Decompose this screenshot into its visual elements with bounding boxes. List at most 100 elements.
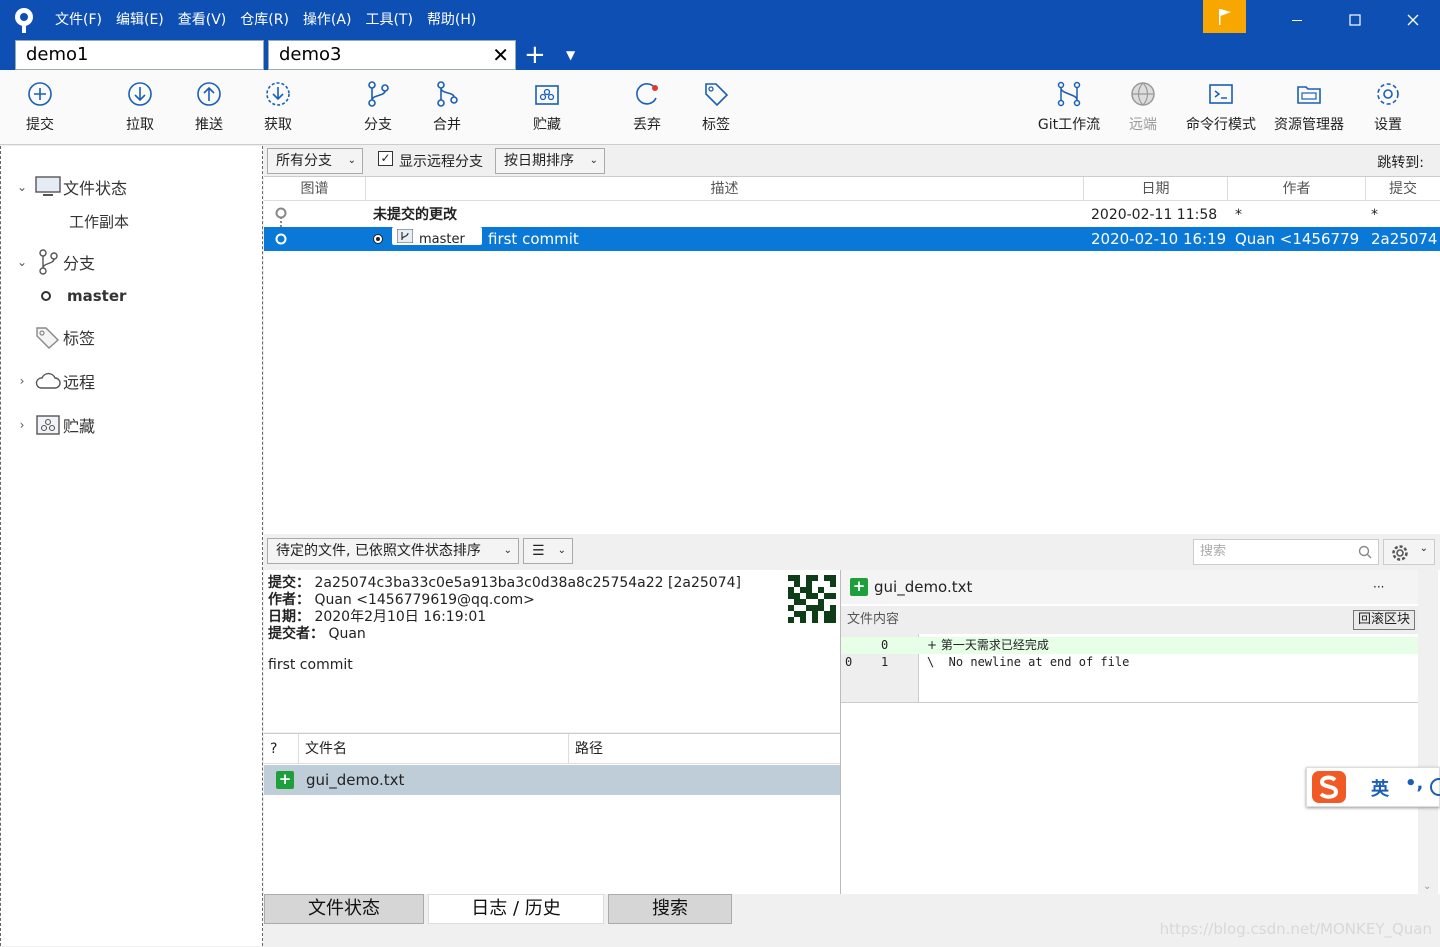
sidebar-remotes-label: 远程 [63, 373, 96, 392]
column-header-description[interactable]: 描述 [366, 177, 1084, 201]
more-options-icon[interactable]: ··· [1373, 570, 1384, 604]
maximize-icon [1349, 14, 1361, 26]
menu-tools[interactable]: 工具(T) [358, 0, 419, 40]
notification-flag-button[interactable] [1203, 0, 1246, 33]
sidebar-remotes[interactable]: › 远程 [1, 366, 263, 396]
file-sort-dropdown[interactable]: 待定的文件, 已依照文件状态排序 ⌄ [267, 538, 519, 564]
chevron-right-icon[interactable]: › [11, 418, 33, 432]
current-branch-icon [41, 291, 51, 301]
column-header-path[interactable]: 路径 [569, 734, 840, 764]
terminal-icon [1209, 84, 1233, 104]
settings-button[interactable]: 设置 [1353, 80, 1423, 134]
file-added-icon: + [850, 578, 868, 596]
pull-button[interactable]: 拉取 [105, 80, 175, 134]
tab-search[interactable]: 搜索 [608, 894, 732, 924]
branch-button[interactable]: 分支 [343, 80, 413, 134]
tag-icon [33, 325, 63, 349]
chevron-down-icon[interactable]: ⌄ [11, 255, 33, 269]
column-header-filename[interactable]: 文件名 [299, 734, 569, 764]
punctuation-icon[interactable]: •, [1405, 773, 1423, 794]
close-tab-icon[interactable]: ✕ [492, 41, 509, 69]
tab-dropdown-icon[interactable]: ▼ [566, 48, 575, 62]
column-header-graph[interactable]: 图谱 [264, 177, 366, 201]
scroll-down-icon[interactable]: ⌄ [1423, 881, 1431, 892]
column-header-commit[interactable]: 提交 [1366, 177, 1440, 201]
menu-bar: 文件(F) 编辑(E) 查看(V) 仓库(R) 操作(A) 工具(T) 帮助(H… [48, 0, 483, 40]
history-filter-bar: 所有分支 ⌄ ✓ 显示远程分支 按日期排序 ⌄ 跳转到: [264, 146, 1440, 176]
commit-hash: 2a25074 [1371, 230, 1438, 248]
column-header-author[interactable]: 作者 [1228, 177, 1366, 201]
view-mode-dropdown[interactable]: ☰ ⌄ [523, 538, 573, 564]
commit-button[interactable]: 提交 [5, 80, 75, 134]
tag-button[interactable]: 标签 [681, 80, 751, 134]
menu-edit[interactable]: 编辑(E) [109, 0, 171, 40]
menu-view[interactable]: 查看(V) [171, 0, 234, 40]
diff-scrollbar[interactable]: ⌄ [1418, 570, 1438, 894]
gitflow-button[interactable]: Git工作流 [1026, 80, 1112, 134]
tab-log-history[interactable]: 日志 / 历史 [428, 894, 604, 924]
search-placeholder: 搜索 [1200, 544, 1227, 559]
branch-tag-master[interactable]: master [392, 227, 482, 247]
chevron-right-icon[interactable]: › [11, 374, 33, 388]
tab-file-status[interactable]: 文件状态 [264, 894, 424, 924]
menu-help[interactable]: 帮助(H) [420, 0, 483, 40]
column-header-status[interactable]: ? [264, 734, 299, 764]
sidebar-branches[interactable]: ⌄ 分支 [1, 247, 263, 277]
sidebar-tags-label: 标签 [63, 329, 96, 348]
chevron-down-icon: ⌄ [503, 545, 512, 556]
menu-file[interactable]: 文件(F) [48, 0, 109, 40]
stash-label: 贮藏 [533, 117, 561, 133]
tag-icon [705, 83, 729, 107]
push-icon [197, 82, 221, 106]
diff-panel: + gui_demo.txt ··· 文件内容 回滚区块 0 + 第一天需求已经… [840, 570, 1440, 894]
sidebar-tags[interactable]: 标签 [1, 322, 263, 352]
menu-repository[interactable]: 仓库(R) [233, 0, 296, 40]
emoji-icon[interactable] [1429, 777, 1440, 797]
diff-hunk-header: 文件内容 回滚区块 [841, 606, 1419, 634]
repo-tab-demo3[interactable]: demo3 ✕ [268, 40, 516, 70]
search-input[interactable]: 搜索 [1193, 539, 1379, 565]
close-icon [1407, 14, 1419, 26]
add-tab-button[interactable]: + [524, 42, 546, 68]
head-marker-icon [373, 234, 383, 244]
ime-mode[interactable]: 英 [1371, 775, 1389, 801]
fetch-button[interactable]: 获取 [243, 80, 313, 134]
branch-filter-dropdown[interactable]: 所有分支 ⌄ [267, 148, 363, 174]
commit-icon [28, 82, 52, 106]
stash-button[interactable]: 贮藏 [512, 80, 582, 134]
chevron-down-icon[interactable]: ⌄ [11, 180, 33, 194]
push-button[interactable]: 推送 [174, 80, 244, 134]
chevron-down-icon: ⌄ [557, 545, 566, 556]
repo-tab-demo1[interactable]: demo1 [15, 40, 264, 70]
menu-actions[interactable]: 操作(A) [296, 0, 359, 40]
show-remote-checkbox[interactable]: ✓ [378, 151, 393, 166]
sidebar-file-status[interactable]: ⌄ 文件状态 [1, 172, 263, 202]
file-added-icon: + [276, 771, 294, 789]
repo-tab-strip: demo1 demo3 ✕ [0, 40, 1440, 70]
column-header-date[interactable]: 日期 [1084, 177, 1228, 201]
terminal-button[interactable]: 命令行模式 [1178, 80, 1264, 134]
remote-button[interactable]: 远端 [1108, 80, 1178, 134]
discard-hunk-button[interactable]: 回滚区块 [1352, 610, 1415, 630]
minimize-button[interactable] [1268, 0, 1326, 40]
sidebar-item-working-copy[interactable]: 工作副本 [1, 206, 263, 236]
table-row-uncommitted[interactable]: 未提交的更改 2020-02-11 11:58 * * [264, 203, 1440, 227]
ime-toolbar[interactable]: 英 •, [1306, 767, 1440, 807]
commit-label: 提交 [26, 117, 54, 133]
gear-icon [1377, 83, 1399, 105]
diff-line: 0 + 第一天需求已经完成 [841, 637, 1419, 654]
maximize-button[interactable] [1326, 0, 1384, 40]
branch-filter-value: 所有分支 [276, 153, 332, 169]
file-row[interactable]: + gui_demo.txt [264, 765, 840, 795]
close-window-button[interactable] [1384, 0, 1440, 40]
table-row-commit[interactable]: master first commit 2020-02-10 16:19 Qua… [264, 227, 1440, 251]
sidebar-item-branch-master[interactable]: master [1, 281, 263, 311]
sidebar-stashes[interactable]: › 贮藏 [1, 410, 263, 440]
pane-settings-button[interactable]: ⌄ [1383, 539, 1435, 565]
sort-dropdown[interactable]: 按日期排序 ⌄ [495, 148, 605, 174]
explorer-button[interactable]: 资源管理器 [1266, 80, 1352, 134]
merge-button[interactable]: 合并 [412, 80, 482, 134]
discard-button[interactable]: 丢弃 [612, 80, 682, 134]
chevron-down-icon: ⌄ [1419, 543, 1428, 554]
stash-icon [535, 85, 559, 105]
